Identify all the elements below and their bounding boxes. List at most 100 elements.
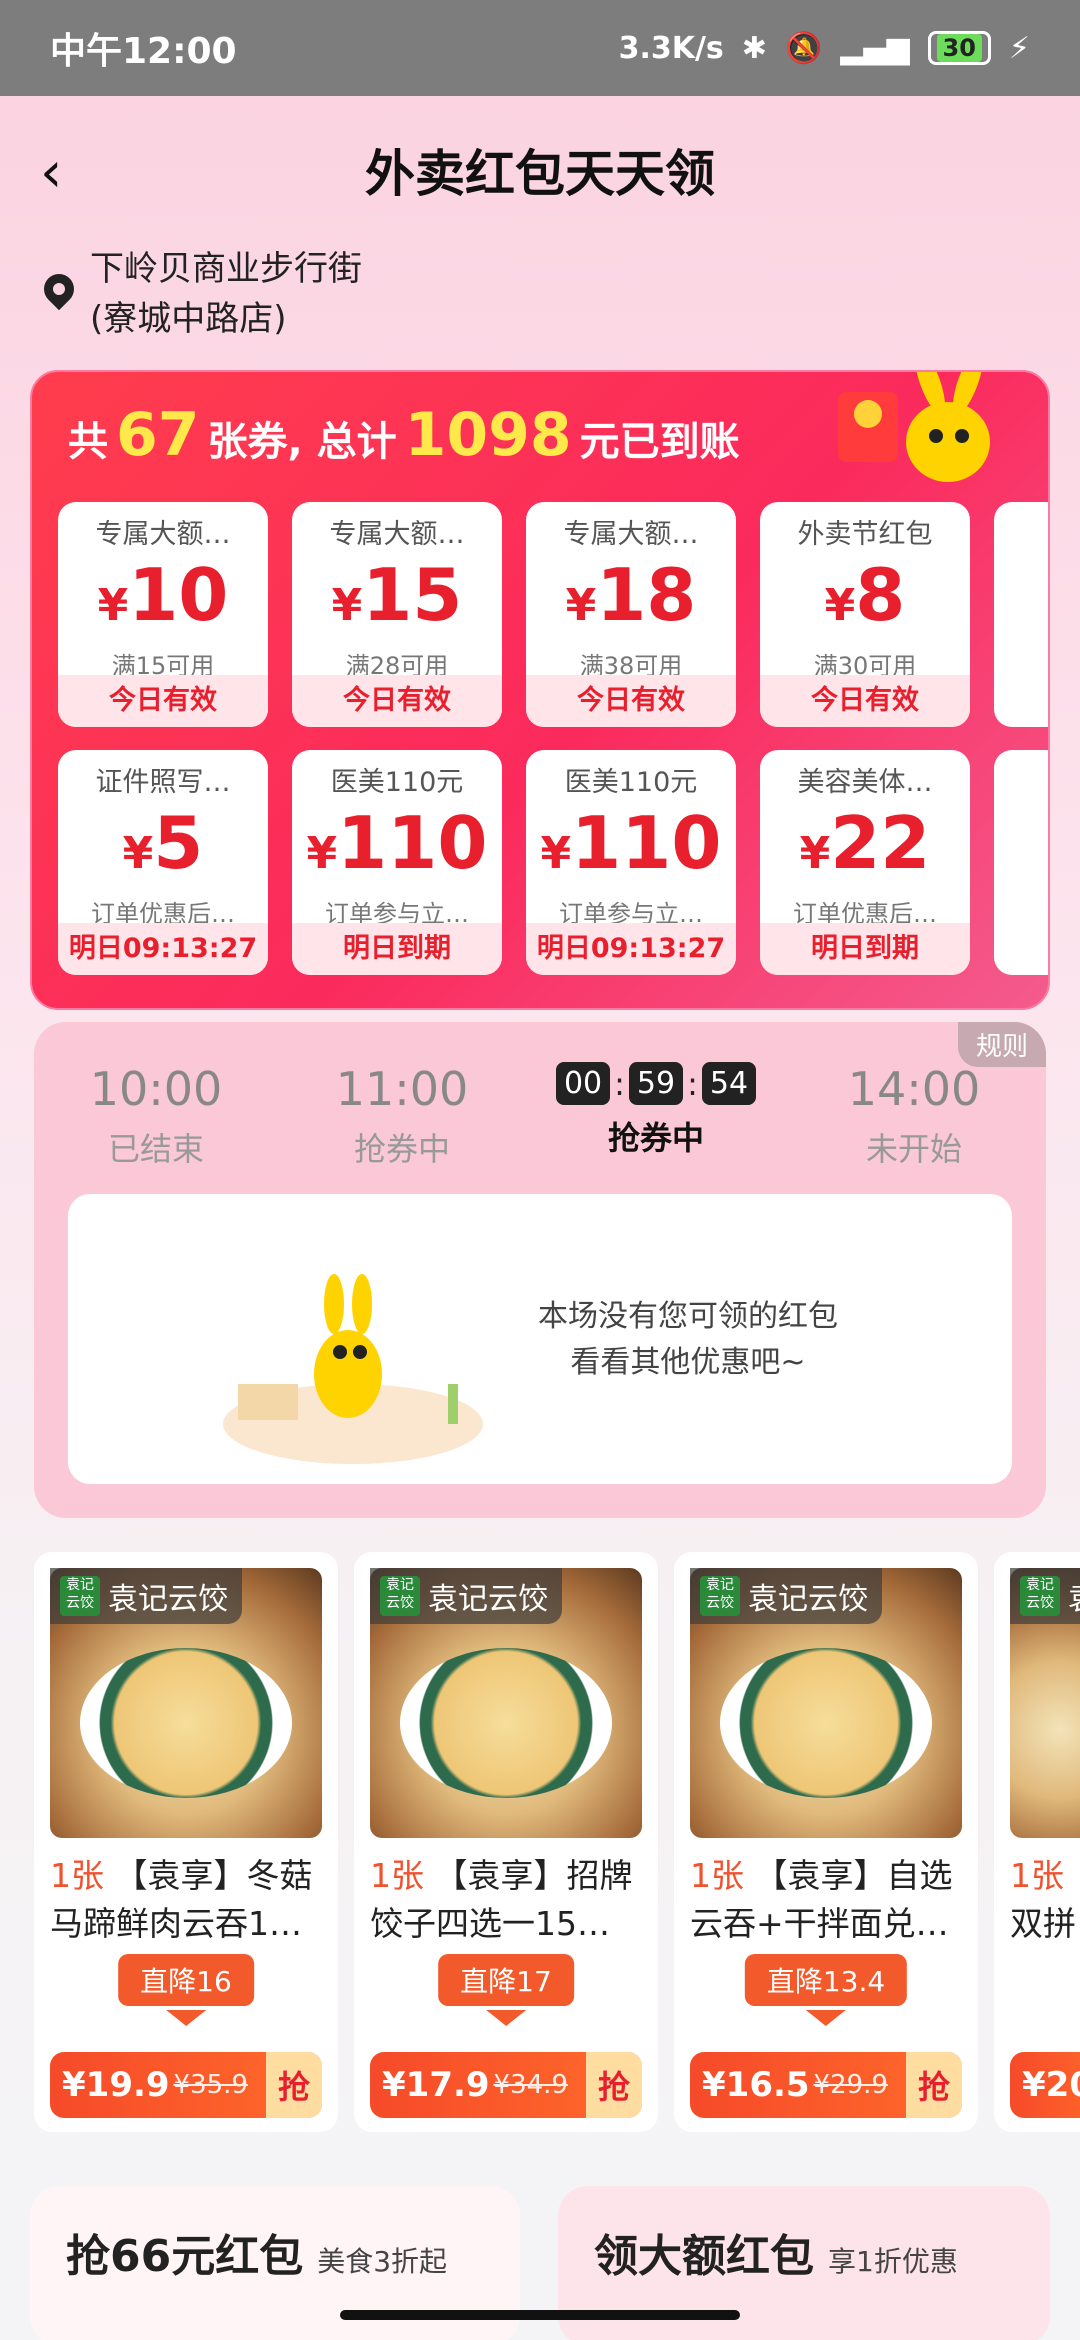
coupon-amount: ¥8 — [824, 553, 906, 637]
coupon-title: 专属大额… — [329, 519, 465, 550]
countdown-hours: 00 — [555, 1062, 611, 1105]
product-card[interactable]: 袁记 云饺 袁记云饺 1张 【袁享】冬菇马蹄鲜肉云吞1… 直降16 ¥19.9 ¥3… — [34, 1552, 338, 2132]
coupon-validity: 明日09:13:27截 — [526, 923, 736, 975]
coupon-amount: ¥110 — [540, 801, 722, 885]
product-title: 1张 【袁享】招牌饺子四选一15… — [370, 1852, 646, 1948]
rules-button[interactable]: 规则 — [957, 1022, 1046, 1067]
battery-icon: 30 — [927, 31, 991, 65]
coupon-card[interactable]: 专属大额… ¥15 满28可用 今日有效 — [292, 502, 502, 727]
price-drop-badge: 直降16 — [118, 1954, 254, 2026]
empty-message-line2: 看看其他优惠吧~ — [570, 1345, 806, 1380]
original-price: ¥29.9 — [813, 2070, 888, 2100]
coupon-validity: 今日有效 — [292, 675, 502, 727]
coupon-amount-value: 5 — [153, 801, 204, 885]
brand-tag: 袁记 云饺 袁记云饺 — [690, 1568, 882, 1624]
empty-state: 本场没有您可领的红包 看看其他优惠吧~ — [68, 1194, 1012, 1484]
product-title: 1张 【袁享】冬菇马蹄鲜肉云吞1… — [50, 1852, 326, 1948]
slot-label: 抢券中 — [353, 1130, 450, 1168]
location-line2: (寮城中路店) — [90, 299, 287, 339]
brand-tag: 袁记 云饺 袁记云饺 — [370, 1568, 562, 1624]
product-card[interactable]: 袁记 云饺 袁记云饺 1张 【袁享】自选云吞+干拌面兑… 直降13.4 ¥16.5 … — [674, 1552, 978, 2132]
empty-illustration-icon — [223, 1274, 483, 1464]
coupon-amount-value: 110 — [337, 801, 488, 885]
product-price: ¥19.9 — [62, 2065, 170, 2105]
countdown: 00: 59: 54 — [555, 1062, 757, 1105]
summary-suffix: 元已到账 — [579, 419, 740, 465]
coupon-card-partial[interactable] — [994, 502, 1048, 727]
coupon-card[interactable]: 证件照写… ¥5 订单优惠后… 明日09:13:27截 — [58, 750, 268, 975]
location[interactable]: 下岭贝商业步行街 (寮城中路店) — [37, 244, 362, 344]
coupon-validity: 明日到期 — [292, 923, 502, 975]
empty-message: 本场没有您可领的红包 看看其他优惠吧~ — [538, 1294, 838, 1386]
price-bar[interactable]: ¥16.5 ¥29.9 抢 — [690, 2052, 962, 2118]
slot-time: 10:00 — [89, 1062, 223, 1116]
coupon-title: 医美110元 — [330, 767, 464, 798]
battery-level: 30 — [936, 34, 982, 62]
status-icons: 3.3K/s ✱ 🔕 ▂▄▆ 30 ⚡ — [619, 31, 1030, 66]
location-pin-icon — [37, 267, 81, 311]
coupon-amount-value: 18 — [596, 553, 697, 637]
coupon-card[interactable]: 专属大额… ¥10 满15可用 今日有效 — [58, 502, 268, 727]
time-slot[interactable]: 10:00 已结束 — [56, 1062, 256, 1170]
price-bar[interactable]: ¥19.9 ¥35.9 抢 — [50, 2052, 322, 2118]
brand-name: 袁记云饺 — [748, 1582, 868, 1617]
coupon-card[interactable]: 专属大额… ¥18 满38可用 今日有效 — [526, 502, 736, 727]
price-drop-badge: 直降17 — [438, 1954, 574, 2026]
network-speed: 3.3K/s — [618, 30, 724, 66]
coupon-amount-value: 22 — [830, 801, 931, 885]
product-image: 袁记 云饺 袁记云饺 — [370, 1568, 642, 1838]
product-image: 袁记 云饺 袁记云饺 — [690, 1568, 962, 1838]
coupon-amount: ¥5 — [122, 801, 204, 885]
coupon-card[interactable]: 美容美体… ¥22 订单优惠后… 明日到期 — [760, 750, 970, 975]
header: ‹ 外卖红包天天领 — [0, 120, 1080, 220]
coupon-card[interactable]: 医美110元 ¥110 订单参与立… 明日09:13:27截 — [526, 750, 736, 975]
original-price: ¥35.9 — [173, 2070, 248, 2100]
coupon-amount-value: 10 — [128, 553, 229, 637]
product-price: ¥20. — [1022, 2065, 1080, 2105]
slot-label: 抢券中 — [607, 1119, 704, 1157]
product-price: ¥16.5 — [702, 2065, 810, 2105]
product-name: 双拼 — [1010, 1904, 1076, 1943]
coupon-card-partial[interactable] — [994, 750, 1048, 975]
grab-button[interactable]: 抢 — [266, 2052, 322, 2118]
coupon-card[interactable]: 外卖节红包 ¥8 满30可用 今日有效 — [760, 502, 970, 727]
coupon-amount: ¥18 — [565, 553, 697, 637]
coupon-amount-value: 15 — [362, 553, 463, 637]
slot-label: 未开始 — [865, 1130, 962, 1168]
mascot-icon — [838, 372, 990, 482]
brand-logo-icon: 袁记 云饺 — [700, 1576, 740, 1616]
product-card-partial[interactable]: 袁记云饺袁 1张双拼 ¥20. — [994, 1552, 1080, 2132]
slot-label: 已结束 — [107, 1130, 204, 1168]
grab-button[interactable]: 抢 — [906, 2052, 962, 2118]
slot-time: 14:00 — [847, 1062, 981, 1116]
coupon-card[interactable]: 医美110元 ¥110 订单参与立… 明日到期 — [292, 750, 502, 975]
signal-icon: ▂▄▆ — [840, 30, 910, 66]
time-slot[interactable]: 11:00 抢券中 — [302, 1062, 502, 1170]
status-bar: 中午12:00 3.3K/s ✱ 🔕 ▂▄▆ 30 ⚡ — [0, 0, 1080, 96]
coupon-validity: 今日有效 — [58, 675, 268, 727]
coupon-title: 专属大额… — [563, 519, 699, 550]
brand-logo-icon: 袁记 云饺 — [1020, 1576, 1060, 1616]
time-slot-active[interactable]: 00: 59: 54 抢券中 — [555, 1062, 757, 1159]
bluetooth-icon: ✱ — [741, 30, 767, 66]
coupon-amount: ¥22 — [799, 801, 931, 885]
page-title: 外卖红包天天领 — [365, 145, 715, 203]
countdown-seconds: 54 — [701, 1062, 757, 1105]
status-time: 中午12:00 — [50, 31, 237, 72]
coupon-validity: 明日到期 — [760, 923, 970, 975]
time-slot[interactable]: 14:00 未开始 — [814, 1062, 1014, 1170]
countdown-minutes: 59 — [628, 1062, 684, 1105]
coupon-amount-value: 110 — [571, 801, 722, 885]
chevron-left-icon[interactable]: ‹ — [40, 140, 62, 205]
coupon-total: 1098 — [404, 400, 572, 470]
promo-title: 抢66元红包 — [66, 2231, 304, 2282]
home-indicator[interactable] — [340, 2310, 740, 2320]
product-card[interactable]: 袁记 云饺 袁记云饺 1张 【袁享】招牌饺子四选一15… 直降17 ¥17.9 ¥3… — [354, 1552, 658, 2132]
coupon-panel: 共 67 张券, 总计 1098 元已到账 专属大额… ¥10 满15可用 今日… — [30, 370, 1050, 1010]
brand-tag: 袁记云饺袁 — [1010, 1568, 1080, 1624]
grab-button[interactable]: 抢 — [586, 2052, 642, 2118]
price-bar[interactable]: ¥20. — [1010, 2052, 1080, 2118]
price-bar[interactable]: ¥17.9 ¥34.9 抢 — [370, 2052, 642, 2118]
location-line1: 下岭贝商业步行街 — [90, 249, 362, 289]
price-drop-badge: 直降13.4 — [744, 1954, 908, 2026]
